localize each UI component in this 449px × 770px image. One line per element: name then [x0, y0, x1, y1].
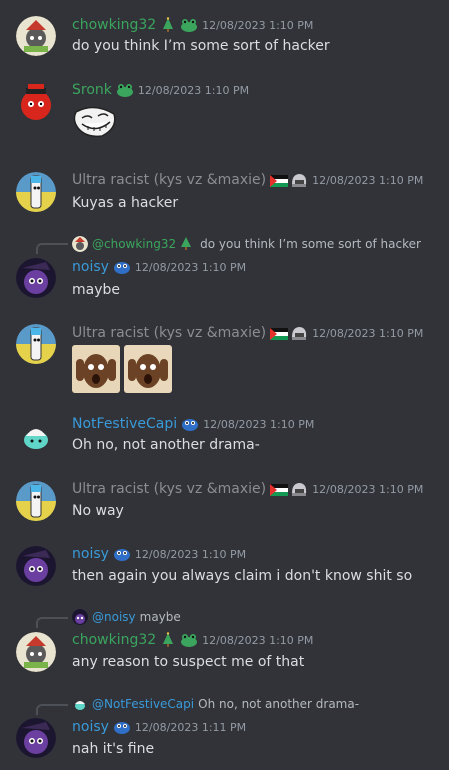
- username[interactable]: Ultra racist (kys vz &maxie): [72, 325, 266, 341]
- palestine-flag-icon: [270, 481, 289, 497]
- message-header: noisy 12/08/2023 1:10 PM: [72, 546, 246, 562]
- message-text: do you think I’m some sort of hacker: [72, 38, 330, 54]
- avatar[interactable]: [16, 82, 56, 122]
- username[interactable]: noisy: [72, 259, 109, 275]
- avatar: [72, 236, 88, 252]
- message-header: Ultra racist (kys vz &maxie) 12/08/2023 …: [72, 172, 423, 188]
- blue-creature-icon: [181, 416, 199, 432]
- avatar[interactable]: [16, 172, 56, 212]
- reply-username[interactable]: @noisy: [92, 610, 136, 624]
- message-header: Ultra racist (kys vz &maxie) 12/08/2023 …: [72, 481, 423, 497]
- message-text: then again you always claim i don't know…: [72, 568, 413, 584]
- username[interactable]: noisy: [72, 719, 109, 735]
- timestamp: 12/08/2023 1:10 PM: [134, 547, 247, 561]
- username[interactable]: Ultra racist (kys vz &maxie): [72, 172, 266, 188]
- christmas-tree-icon: [160, 17, 176, 33]
- reply-preview[interactable]: @chowking32 do you think I’m some sort o…: [72, 236, 421, 252]
- shocked-face-image[interactable]: [72, 345, 120, 393]
- blue-creature-icon: [113, 546, 130, 562]
- reply-username[interactable]: @NotFestiveCapi: [92, 697, 194, 711]
- message-text: Kuyas a hacker: [72, 195, 179, 211]
- timestamp: 12/08/2023 1:10 PM: [312, 482, 424, 496]
- blue-creature-icon: [113, 259, 130, 275]
- message-header: Ultra racist (kys vz &maxie) 12/08/2023 …: [72, 325, 423, 341]
- timestamp: 12/08/2023 1:10 PM: [312, 326, 424, 340]
- message-text: maybe: [72, 282, 121, 298]
- avatar: [72, 696, 88, 712]
- username[interactable]: chowking32: [72, 17, 156, 33]
- helmet-icon: [290, 325, 307, 341]
- message-header: noisy 12/08/2023 1:10 PM: [72, 259, 246, 275]
- reply-text: do you think I’m some sort of hacker: [200, 237, 421, 251]
- christmas-tree-icon: [160, 632, 176, 648]
- chat-log: chowking32 12/08/2023 1:10 PM do you thi…: [0, 0, 449, 770]
- username[interactable]: chowking32: [72, 632, 156, 648]
- reply-spine: [36, 243, 68, 254]
- message-text: nah it's fine: [72, 741, 155, 757]
- username[interactable]: Ultra racist (kys vz &maxie): [72, 481, 266, 497]
- reply-spine: [36, 704, 68, 715]
- timestamp: 12/08/2023 1:10 PM: [203, 417, 315, 431]
- message-header: Sronk 12/08/2023 1:10 PM: [72, 82, 249, 98]
- frog-icon: [180, 17, 198, 33]
- avatar[interactable]: [16, 16, 56, 56]
- message-header: NotFestiveCapi 12/08/2023 1:10 PM: [72, 416, 314, 432]
- timestamp: 12/08/2023 1:10 PM: [312, 173, 424, 187]
- helmet-icon: [290, 172, 307, 188]
- shocked-face-image[interactable]: [124, 345, 172, 393]
- avatar[interactable]: [16, 416, 56, 456]
- avatar: [72, 609, 88, 625]
- message-text: No way: [72, 503, 124, 519]
- christmas-tree-icon: [180, 236, 196, 252]
- avatar[interactable]: [16, 632, 56, 672]
- message-header: noisy 12/08/2023 1:11 PM: [72, 719, 246, 735]
- frog-icon: [116, 82, 133, 98]
- timestamp: 12/08/2023 1:10 PM: [202, 633, 314, 647]
- username[interactable]: noisy: [72, 546, 109, 562]
- message-text: any reason to suspect me of that: [72, 654, 305, 670]
- blue-creature-icon: [113, 719, 130, 735]
- avatar[interactable]: [16, 258, 56, 298]
- reply-text: maybe: [139, 610, 181, 624]
- avatar[interactable]: [16, 546, 56, 586]
- palestine-flag-icon: [270, 172, 289, 188]
- message-header: chowking32 12/08/2023 1:10 PM: [72, 17, 313, 33]
- reply-spine: [36, 617, 68, 628]
- timestamp: 12/08/2023 1:10 PM: [137, 83, 250, 97]
- timestamp: 12/08/2023 1:10 PM: [134, 260, 247, 274]
- username[interactable]: NotFestiveCapi: [72, 416, 177, 432]
- message-header: chowking32 12/08/2023 1:10 PM: [72, 632, 313, 648]
- avatar[interactable]: [16, 324, 56, 364]
- reply-preview[interactable]: @NotFestiveCapi Oh no, not another drama…: [72, 696, 359, 712]
- reply-username[interactable]: @chowking32: [92, 237, 176, 251]
- helmet-icon: [290, 481, 307, 497]
- avatar[interactable]: [16, 718, 56, 758]
- palestine-flag-icon: [270, 325, 289, 341]
- username[interactable]: Sronk: [72, 82, 112, 98]
- message-text: Oh no, not another drama-: [72, 437, 260, 453]
- timestamp: 12/08/2023 1:11 PM: [134, 720, 247, 734]
- image-attachments: [72, 345, 176, 393]
- trollface-emoji: [72, 104, 118, 142]
- timestamp: 12/08/2023 1:10 PM: [202, 18, 314, 32]
- reply-text: Oh no, not another drama-: [198, 697, 360, 711]
- reply-preview[interactable]: @noisy maybe: [72, 609, 181, 625]
- avatar[interactable]: [16, 481, 56, 521]
- frog-icon: [180, 632, 198, 648]
